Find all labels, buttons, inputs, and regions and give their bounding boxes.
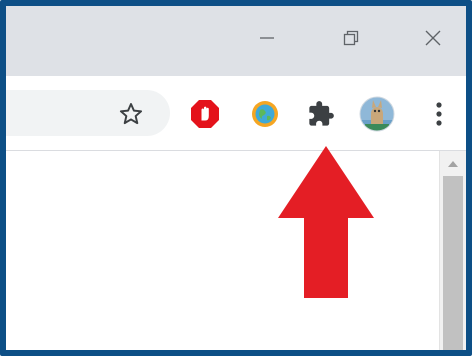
minimize-button[interactable] xyxy=(244,20,290,56)
more-menu-icon xyxy=(436,102,442,126)
extensions-button[interactable] xyxy=(304,97,338,131)
browser-toolbar xyxy=(6,76,466,151)
more-menu-button[interactable] xyxy=(422,97,456,131)
avatar-image xyxy=(359,96,395,132)
close-button[interactable] xyxy=(410,20,456,56)
extensions-puzzle-icon xyxy=(309,101,334,126)
adblock-icon xyxy=(191,100,219,128)
scrollbar-thumb[interactable] xyxy=(443,176,463,350)
adblock-extension-button[interactable] xyxy=(188,97,222,131)
minimize-icon xyxy=(260,37,274,39)
globe-extension-icon xyxy=(252,101,278,127)
star-icon xyxy=(119,103,143,125)
browser-window-frame xyxy=(0,0,472,356)
title-bar xyxy=(6,6,466,76)
profile-avatar[interactable] xyxy=(358,95,396,133)
red-pointer-arrow xyxy=(278,146,374,298)
page-content xyxy=(6,151,466,350)
bookmark-star-button[interactable] xyxy=(114,97,148,131)
restore-icon xyxy=(343,30,359,46)
close-icon xyxy=(425,30,441,46)
restore-button[interactable] xyxy=(328,20,374,56)
scroll-up-arrow-icon xyxy=(448,161,458,167)
globe-extension-button[interactable] xyxy=(248,97,282,131)
scroll-up-button[interactable] xyxy=(440,153,466,175)
